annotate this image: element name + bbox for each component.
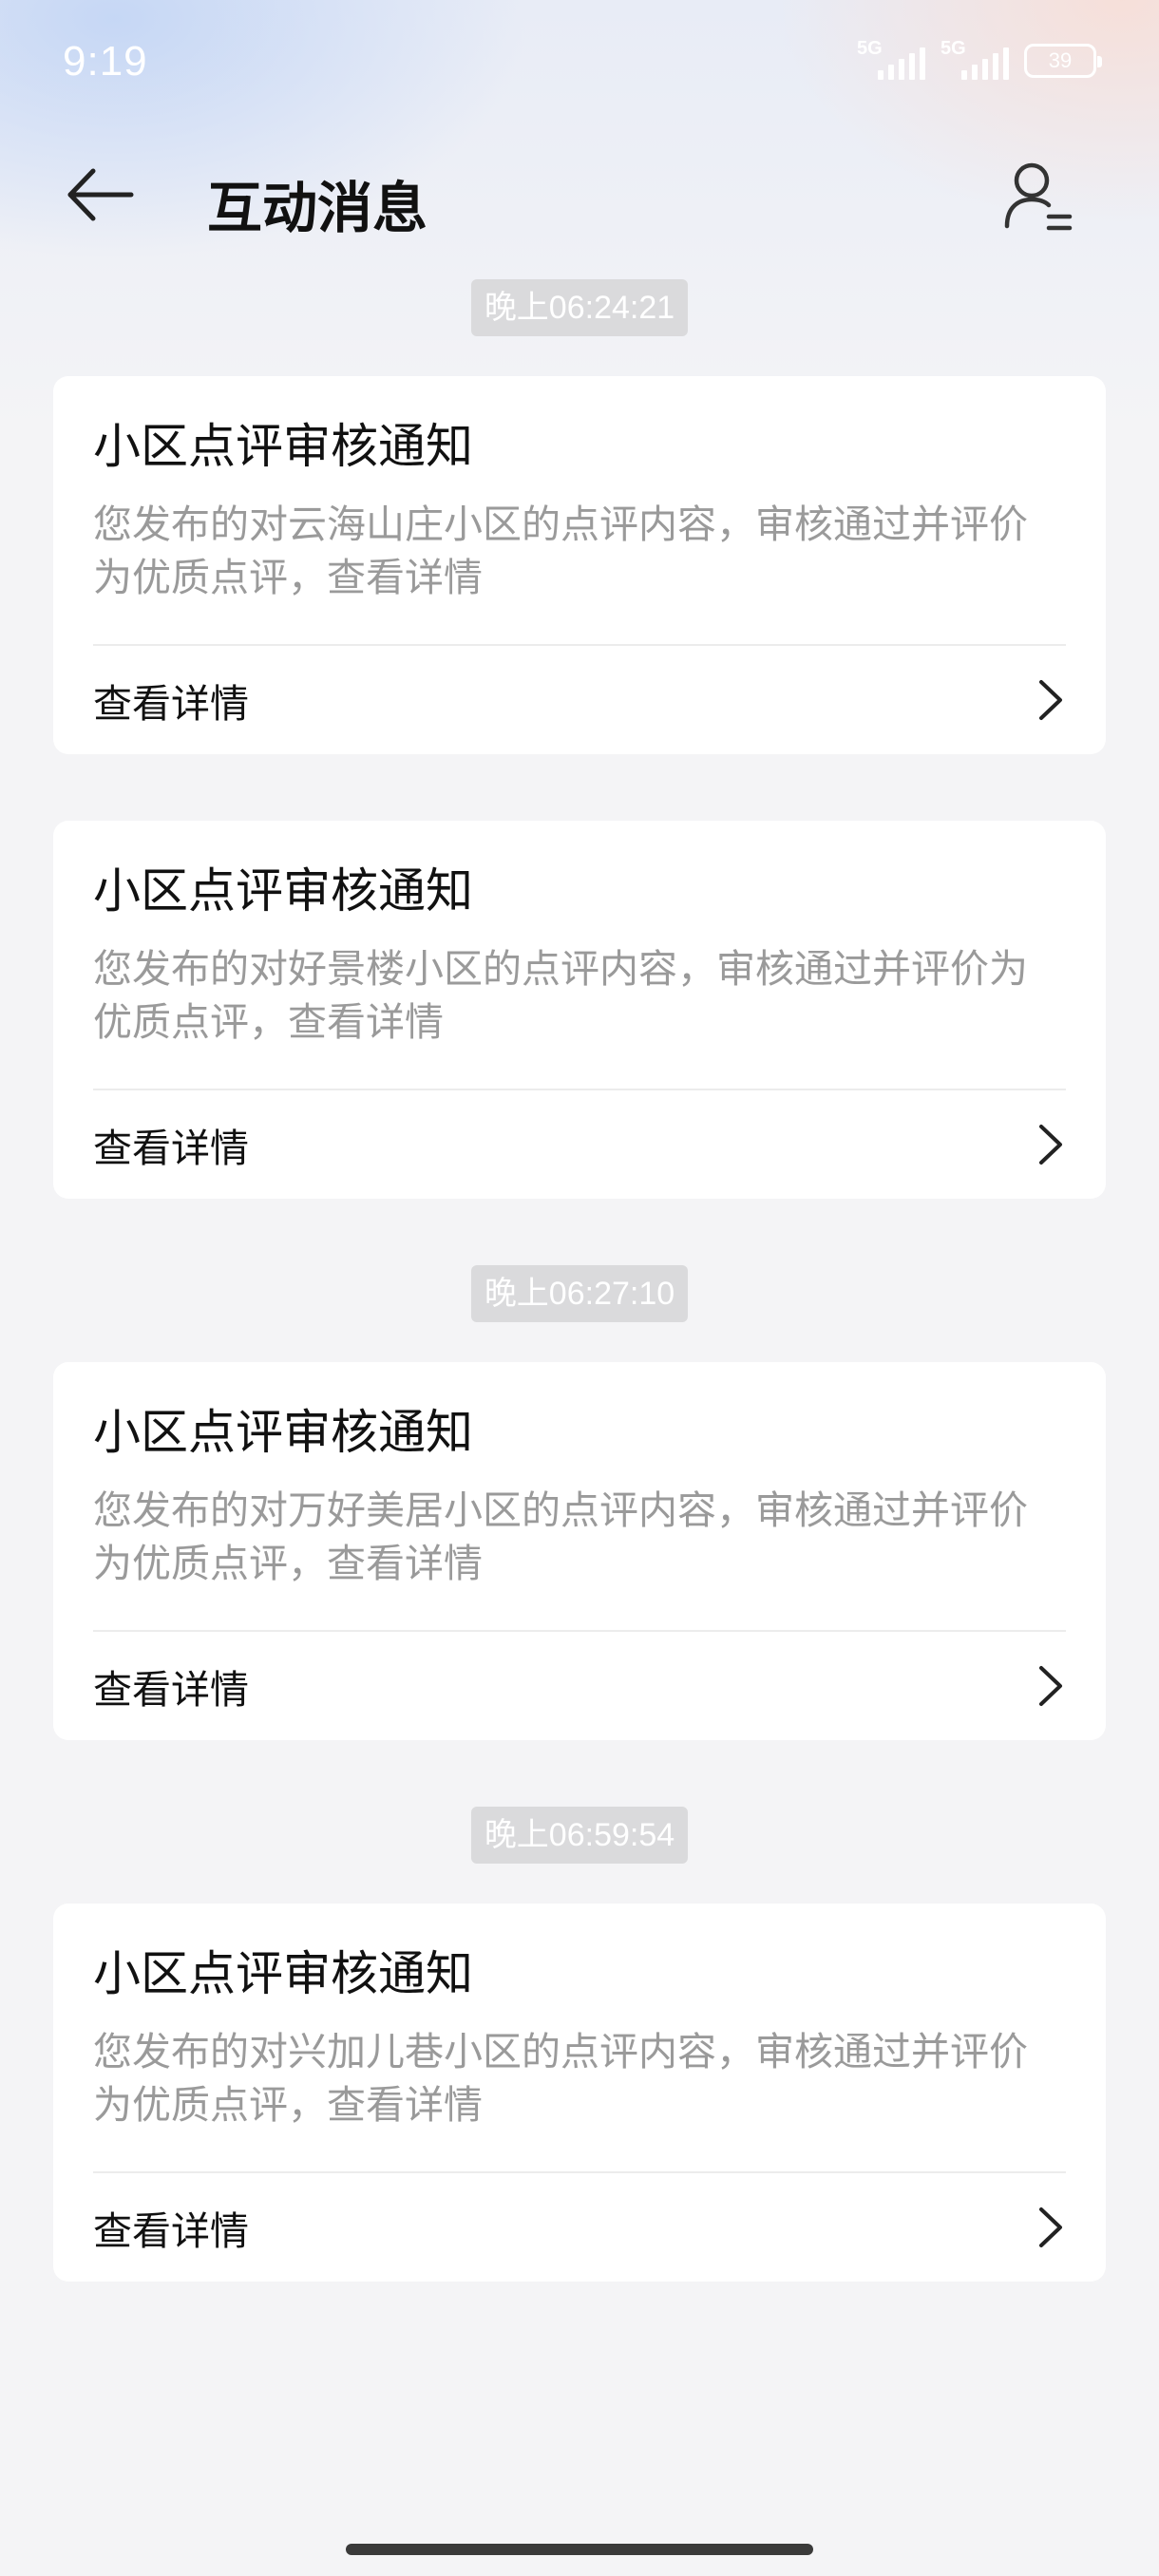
battery-level: 39 <box>1048 48 1073 72</box>
card-title: 小区点评审核通知 <box>93 1405 473 1460</box>
time-divider: 晚上06:27:10 <box>53 1265 1106 1322</box>
time-divider: 晚上06:24:21 <box>53 279 1106 336</box>
signal-icon: 5G <box>857 38 927 80</box>
view-details-link[interactable]: 查看详情 <box>93 1090 1066 1199</box>
app-header: 互动消息 <box>0 142 1159 247</box>
arrow-left-icon <box>67 168 134 221</box>
status-bar: 9:19 5G 5G 39 <box>0 0 1159 133</box>
timestamp-label: 晚上06:24:21 <box>470 279 689 336</box>
card-title: 小区点评审核通知 <box>93 1946 473 2001</box>
chevron-right-icon <box>1039 1666 1062 1706</box>
view-details-link[interactable]: 查看详情 <box>93 2173 1066 2282</box>
signal-icon: 5G <box>940 38 1011 80</box>
card-body: 您发布的对好景楼小区的点评内容，审核通过并评价为优质点评，查看详情 <box>93 942 1066 1090</box>
card-body: 您发布的对兴加儿巷小区的点评内容，审核通过并评价为优质点评，查看详情 <box>93 2025 1066 2173</box>
message-card: 小区点评审核通知 您发布的对万好美居小区的点评内容，审核通过并评价为优质点评，查… <box>53 1362 1106 1740</box>
view-details-label: 查看详情 <box>93 1667 249 1713</box>
timestamp-label: 晚上06:27:10 <box>470 1265 689 1322</box>
view-details-link[interactable]: 查看详情 <box>93 646 1066 754</box>
view-details-label: 查看详情 <box>93 2208 249 2254</box>
back-button[interactable] <box>57 160 142 230</box>
card-body: 您发布的对万好美居小区的点评内容，审核通过并评价为优质点评，查看详情 <box>93 1484 1066 1632</box>
status-icons: 5G 5G 39 <box>857 38 1102 80</box>
message-card: 小区点评审核通知 您发布的对云海山庄小区的点评内容，审核通过并评价为优质点评，查… <box>53 376 1106 754</box>
page-title: 互动消息 <box>207 176 428 240</box>
user-menu-icon <box>1004 162 1073 231</box>
profile-menu-button[interactable] <box>1001 156 1077 236</box>
chevron-right-icon <box>1039 1125 1062 1165</box>
view-details-label: 查看详情 <box>93 681 249 727</box>
card-body: 您发布的对云海山庄小区的点评内容，审核通过并评价为优质点评，查看详情 <box>93 498 1066 646</box>
message-card: 小区点评审核通知 您发布的对兴加儿巷小区的点评内容，审核通过并评价为优质点评，查… <box>53 1904 1106 2282</box>
card-title: 小区点评审核通知 <box>93 419 473 474</box>
status-time: 9:19 <box>63 38 148 85</box>
view-details-label: 查看详情 <box>93 1126 249 1171</box>
message-card: 小区点评审核通知 您发布的对好景楼小区的点评内容，审核通过并评价为优质点评，查看… <box>53 821 1106 1199</box>
card-title: 小区点评审核通知 <box>93 863 473 919</box>
time-divider: 晚上06:59:54 <box>53 1807 1106 1864</box>
home-indicator[interactable] <box>346 2544 813 2555</box>
chevron-right-icon <box>1039 2207 1062 2247</box>
view-details-link[interactable]: 查看详情 <box>93 1632 1066 1740</box>
message-feed: 晚上06:24:21 小区点评审核通知 您发布的对云海山庄小区的点评内容，审核通… <box>53 279 1106 2348</box>
timestamp-label: 晚上06:59:54 <box>470 1807 689 1864</box>
battery-icon: 39 <box>1024 44 1102 78</box>
chevron-right-icon <box>1039 680 1062 720</box>
